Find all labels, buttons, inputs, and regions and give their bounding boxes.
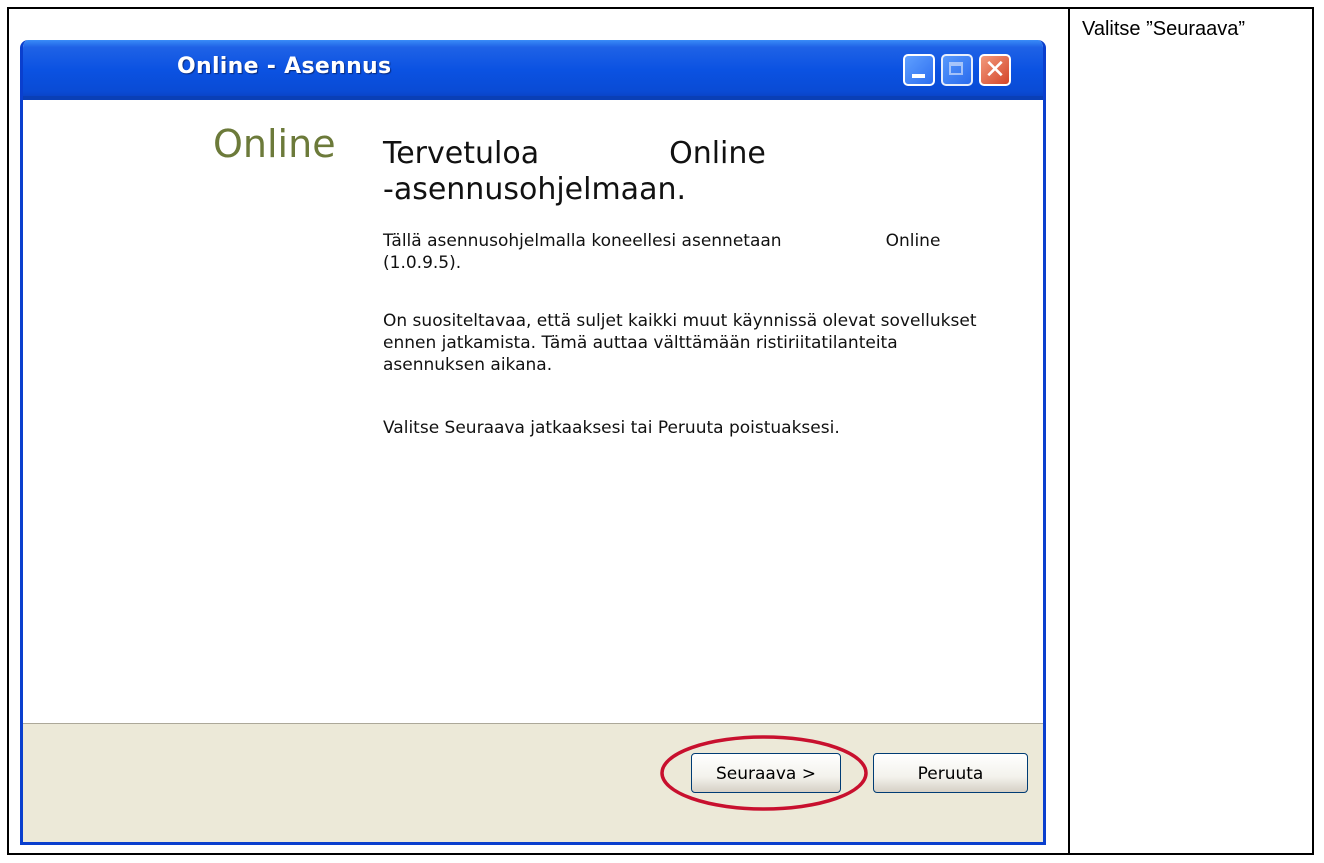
window-title: Online - Asennus (177, 54, 392, 79)
instruction-note: Valitse ”Seuraava” (1082, 18, 1246, 40)
maximize-icon (949, 62, 963, 75)
intro-text: Tällä asennusohjelmalla koneellesi asenn… (383, 231, 782, 251)
instruction-paragraph: Valitse Seuraava jatkaaksesi tai Peruuta… (383, 418, 840, 438)
table-divider (1068, 7, 1070, 855)
cancel-button[interactable]: Peruuta (873, 753, 1028, 793)
installer-window: Online - Asennus ✕ Online Tervetuloa Onli… (20, 40, 1046, 845)
close-button[interactable]: ✕ (979, 54, 1011, 86)
product-logo: Online (213, 122, 336, 166)
maximize-button (941, 54, 973, 86)
intro-product: Online (885, 231, 941, 251)
minimize-icon (912, 74, 925, 78)
heading-welcome: Tervetuloa (383, 136, 540, 171)
intro-paragraph: Tällä asennusohjelmalla koneellesi asenn… (383, 230, 993, 274)
welcome-heading: Tervetuloa Online -asennusohjelmaan. (383, 136, 903, 208)
minimize-button[interactable] (903, 54, 935, 86)
heading-product: Online (669, 136, 766, 171)
close-icon: ✕ (984, 55, 1006, 85)
recommendation-paragraph: On suositeltavaa, että suljet kaikki muu… (383, 311, 977, 375)
highlight-ring (660, 735, 868, 811)
wizard-content: Online Tervetuloa Online -asennusohjelmaa… (23, 100, 1043, 723)
title-bar[interactable]: Online - Asennus ✕ (23, 40, 1043, 100)
heading-installer: -asennusohjelmaan. (383, 172, 687, 207)
intro-version: (1.0.9.5). (383, 253, 462, 273)
button-bar: Seuraava > Peruuta (23, 723, 1043, 842)
